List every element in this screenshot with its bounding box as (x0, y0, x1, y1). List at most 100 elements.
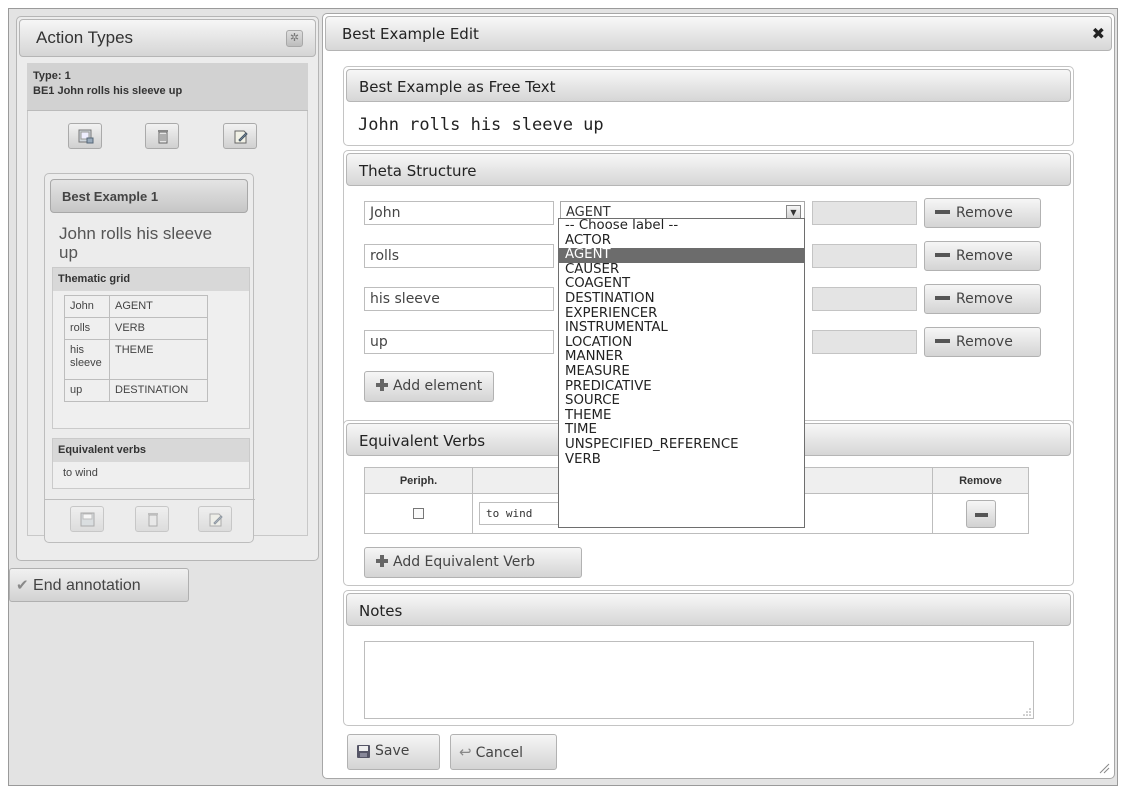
table-row: John AGENT (64, 295, 208, 318)
equivalent-verbs-title: Equivalent verbs (53, 439, 249, 462)
remove-verb-button[interactable] (965, 499, 996, 528)
remove-column-header: Remove (932, 467, 1029, 494)
resize-grip-icon[interactable] (1022, 707, 1032, 717)
undo-icon: ↩ (459, 743, 472, 761)
best-example-header[interactable]: Best Example 1 (50, 179, 248, 213)
dropdown-option[interactable]: ACTOR (559, 233, 804, 249)
save-button[interactable]: Save (347, 734, 440, 770)
element-input[interactable]: up (364, 330, 554, 354)
grid-role: AGENT (109, 295, 208, 318)
remove-cell (932, 493, 1029, 534)
type-body: Best Example 1 John rolls his sleeve up … (27, 111, 308, 543)
cancel-label: Cancel (475, 745, 524, 761)
element-input[interactable]: John (364, 201, 554, 225)
grid-word: John (64, 295, 110, 318)
add-element-button[interactable]: Add element (364, 371, 494, 402)
dropdown-option-selected[interactable]: AGENT (559, 248, 804, 263)
delete-icon[interactable] (145, 123, 179, 149)
dropdown-option[interactable]: PREDICATIVE (559, 379, 804, 395)
dropdown-option[interactable]: LOCATION (559, 335, 804, 351)
best-example-text: John rolls his sleeve up (59, 224, 213, 262)
remove-label: Remove (956, 291, 1013, 307)
minus-icon (974, 512, 988, 517)
type-name: BE1 John rolls his sleeve up (33, 85, 183, 97)
dropdown-option[interactable]: EXPERIENCER (559, 306, 804, 322)
element-input[interactable]: his sleeve (364, 287, 554, 311)
minus-icon (935, 339, 950, 343)
dropdown-option[interactable]: INSTRUMENTAL (559, 321, 804, 336)
dropdown-option[interactable]: MEASURE (559, 364, 804, 380)
notes-header: Notes (346, 593, 1071, 626)
dropdown-option[interactable]: CAUSER (559, 262, 804, 278)
extra-field[interactable] (812, 330, 917, 354)
notes-textarea[interactable] (364, 641, 1034, 719)
add-example-icon[interactable] (68, 123, 102, 149)
remove-button[interactable]: Remove (924, 198, 1041, 228)
action-types-title: Action Types (36, 28, 134, 47)
add-equivalent-verb-label: Add Equivalent Verb (393, 554, 535, 570)
end-annotation-button[interactable]: ✔ End annotation (9, 568, 189, 602)
free-text-section: Best Example as Free Text John rolls his… (343, 66, 1074, 146)
dropdown-option[interactable]: VERB (559, 452, 804, 468)
theta-structure-header: Theta Structure (346, 153, 1071, 186)
close-icon[interactable]: ✖ (1092, 24, 1105, 43)
thematic-grid-table: John AGENT rolls VERB his sleeve THEME up DE… (64, 295, 208, 402)
remove-label: Remove (956, 334, 1013, 350)
dropdown-option[interactable]: UNSPECIFIED_REFERENCE (559, 437, 804, 453)
extra-field[interactable] (812, 287, 917, 311)
dialog-resize-icon[interactable] (1098, 762, 1110, 774)
plus-icon (376, 379, 388, 391)
gear-icon[interactable]: ✲ (286, 30, 303, 47)
type-entry[interactable]: Type: 1 BE1 John rolls his sleeve up (27, 63, 308, 111)
add-element-label: Add element (393, 378, 483, 394)
thematic-grid-title: Thematic grid (53, 268, 249, 291)
grid-role: THEME (109, 339, 208, 380)
add-equivalent-verb-button[interactable]: Add Equivalent Verb (364, 547, 582, 578)
thematic-grid: Thematic grid John AGENT rolls VERB his sl… (52, 267, 250, 429)
cancel-button[interactable]: ↩ Cancel (450, 734, 557, 770)
floppy-icon (357, 744, 370, 758)
remove-button[interactable]: Remove (924, 327, 1041, 357)
check-icon: ✔ (16, 577, 29, 594)
table-row: up DESTINATION (64, 379, 208, 402)
dropdown-option[interactable]: DESTINATION (559, 291, 804, 307)
action-types-header: Action Types ✲ (19, 19, 316, 57)
grid-word: rolls (64, 317, 110, 340)
trash-icon[interactable] (135, 506, 169, 532)
end-annotation-label: End annotation (33, 577, 141, 594)
type-number: Type: 1 (33, 70, 71, 82)
element-input[interactable]: rolls (364, 244, 554, 268)
periph-column-header: Periph. (364, 467, 473, 494)
dropdown-option[interactable]: COAGENT (559, 277, 804, 292)
table-row: his sleeve THEME (64, 339, 208, 380)
periph-cell (364, 493, 473, 534)
grid-role: VERB (109, 317, 208, 340)
dropdown-option[interactable]: TIME (559, 423, 804, 438)
dropdown-option[interactable]: THEME (559, 408, 804, 424)
periph-checkbox[interactable] (413, 508, 424, 519)
dropdown-option[interactable]: MANNER (559, 350, 804, 365)
remove-label: Remove (956, 205, 1013, 221)
edit-example-icon[interactable] (198, 506, 232, 532)
remove-button[interactable]: Remove (924, 241, 1041, 271)
equivalent-verbs-box: Equivalent verbs to wind (52, 438, 250, 489)
dialog-titlebar[interactable]: Best Example Edit ✖ (325, 16, 1112, 51)
minus-icon (935, 296, 950, 300)
edit-icon[interactable] (223, 123, 257, 149)
save-label: Save (375, 743, 410, 759)
remove-button[interactable]: Remove (924, 284, 1041, 314)
save-example-icon[interactable] (70, 506, 104, 532)
free-text-value: John rolls his sleeve up (358, 115, 604, 135)
extra-field[interactable] (812, 244, 917, 268)
dropdown-option[interactable]: -- Choose label -- (559, 218, 804, 234)
dropdown-option[interactable]: SOURCE (559, 394, 804, 409)
label-dropdown-list[interactable]: -- Choose label -- ACTOR AGENT CAUSER CO… (558, 218, 805, 528)
plus-icon (376, 555, 388, 567)
best-example-card: Best Example 1 John rolls his sleeve up … (44, 173, 255, 543)
free-text-header: Best Example as Free Text (346, 69, 1071, 102)
extra-field[interactable] (812, 201, 917, 225)
remove-label: Remove (956, 248, 1013, 264)
minus-icon (935, 210, 950, 214)
equivalent-verb-item: to wind (63, 467, 98, 479)
notes-section: Notes (343, 590, 1074, 726)
